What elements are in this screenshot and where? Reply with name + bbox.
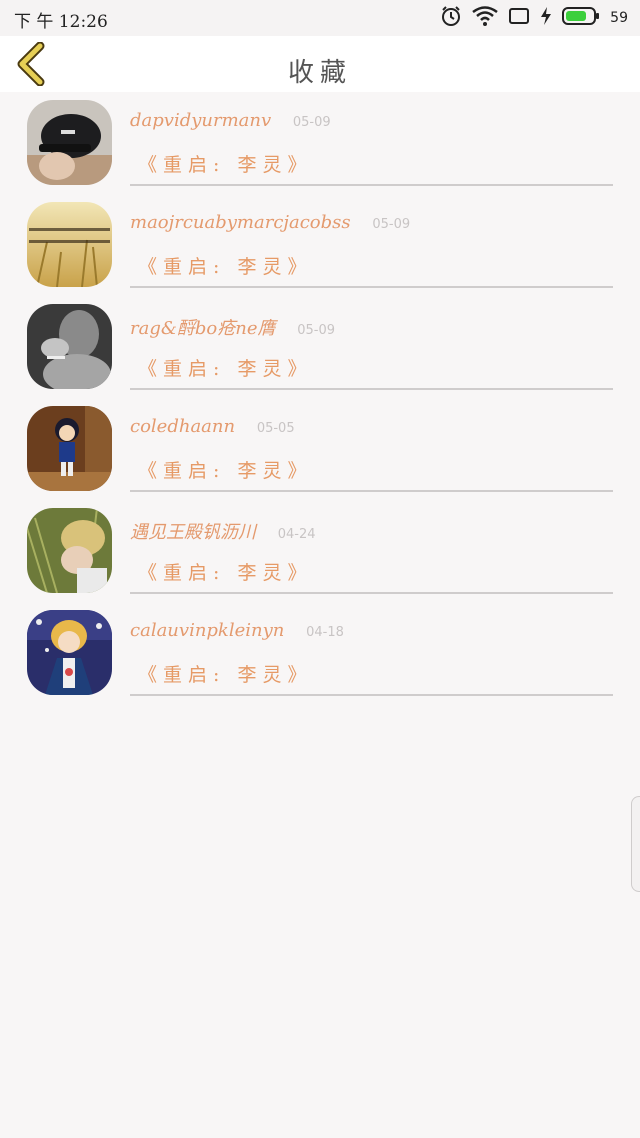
avatar [27,406,112,491]
row-name-wrap: 遇见王殿钒沥川 04-24 [130,518,316,544]
avatar [27,202,112,287]
song-title: 《重启: 李灵》 [138,664,313,686]
battery-level: 59 [610,10,628,26]
row-name-wrap: calauvinpkleinyn 04-18 [130,620,344,641]
charging-icon [540,6,552,30]
row-name-wrap: maojrcuabymarcjacobss 05-09 [130,212,410,233]
user-name: rag&酹bo疮ne膺 [130,318,276,339]
song-title: 《重启: 李灵》 [138,358,313,380]
page-title: 收藏 [287,58,352,88]
list-item[interactable]: maojrcuabymarcjacobss 05-09 《重启: 李灵》 [0,194,640,296]
date-label: 05-09 [372,217,411,232]
divider [130,490,613,492]
row-name-wrap: coledhaann 05-05 [130,416,295,437]
row-name-wrap: dapvidyurmanv 05-09 [130,110,331,131]
divider [130,388,613,390]
title-bar: 收藏 [0,36,640,92]
divider [130,184,613,186]
user-name: dapvidyurmanv [130,110,272,131]
battery-icon [562,6,600,30]
alarm-icon [440,5,462,31]
user-name: calauvinpkleinyn [130,620,285,641]
list-item[interactable]: 遇见王殿钒沥川 04-24 《重启: 李灵》 [0,500,640,602]
song-title: 《重启: 李灵》 [138,154,313,176]
status-bar: 下 午 12:26 59 [0,0,640,36]
divider [130,592,613,594]
divider [130,286,613,288]
list-item[interactable]: calauvinpkleinyn 04-18 《重启: 李灵》 [0,602,640,704]
avatar [27,610,112,695]
user-name: coledhaann [130,416,236,437]
user-name: 遇见王殿钒沥川 [130,522,256,543]
avatar [27,508,112,593]
song-title: 《重启: 李灵》 [138,562,313,584]
wifi-icon [472,6,498,30]
song-title: 《重启: 李灵》 [138,256,313,278]
list-item[interactable]: dapvidyurmanv 05-09 《重启: 李灵》 [0,92,640,194]
avatar [27,100,112,185]
list-item[interactable]: rag&酹bo疮ne膺 05-09 《重启: 李灵》 [0,296,640,398]
row-name-wrap: rag&酹bo疮ne膺 05-09 [130,314,335,340]
side-scroll-handle[interactable] [631,796,640,892]
status-icons: 59 [440,6,628,30]
date-label: 04-18 [306,625,344,640]
date-label: 05-09 [297,323,336,338]
list-item[interactable]: coledhaann 05-05 《重启: 李灵》 [0,398,640,500]
date-label: 05-09 [292,115,331,130]
date-label: 04-24 [277,527,316,542]
status-time: 下 午 12:26 [14,12,108,32]
screen-icon [508,7,530,29]
user-name: maojrcuabymarcjacobss [130,212,351,233]
date-label: 05-05 [256,421,295,436]
favorites-list: dapvidyurmanv 05-09 《重启: 李灵》 maojrcuabym… [0,92,640,704]
song-title: 《重启: 李灵》 [138,460,313,482]
avatar [27,304,112,389]
divider [130,694,613,696]
